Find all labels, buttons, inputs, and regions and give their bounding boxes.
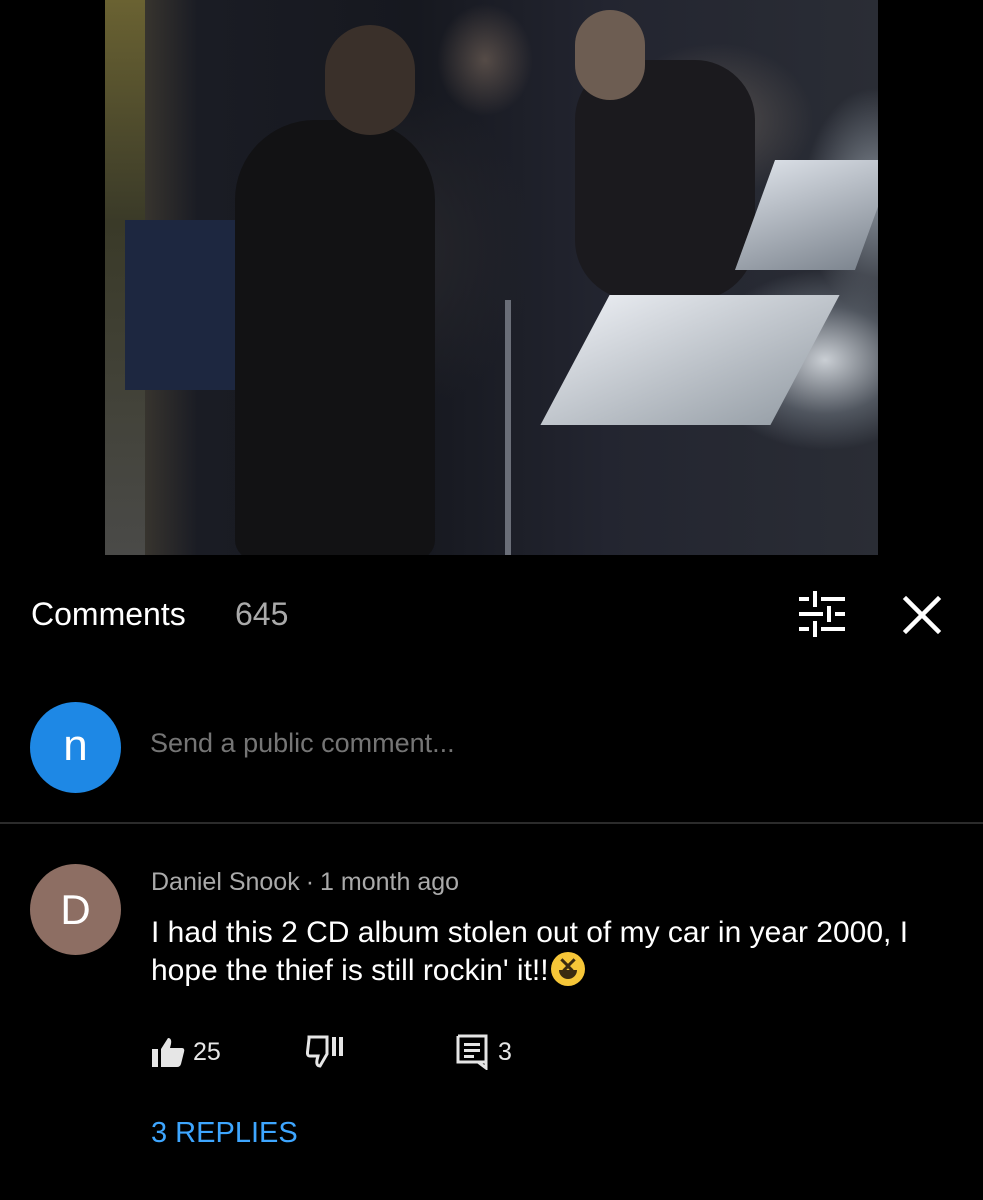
avatar[interactable]: n	[30, 702, 121, 793]
comment-item: D Daniel Snook · 1 month ago I had this 2 …	[0, 862, 983, 1182]
close-icon[interactable]	[900, 593, 944, 637]
comments-screen: Comments 645 n D	[0, 0, 983, 1200]
like-count: 25	[193, 1037, 221, 1066]
comments-count: 645	[235, 596, 289, 632]
commenter-avatar[interactable]: D	[30, 864, 121, 955]
comment-body: I had this 2 CD album stolen out of my c…	[151, 914, 941, 990]
video-scene-chair	[125, 220, 235, 390]
video-player[interactable]	[0, 0, 983, 556]
comment-author[interactable]: Daniel Snook	[151, 868, 300, 896]
comment-time: 1 month ago	[320, 868, 460, 896]
video-frame[interactable]	[105, 0, 878, 555]
reply-count: 3	[498, 1037, 512, 1066]
thumbs-down-icon	[305, 1035, 343, 1068]
sort-filter-icon[interactable]	[797, 591, 847, 637]
divider	[0, 822, 983, 824]
comment-meta: Daniel Snook · 1 month ago	[151, 868, 459, 897]
video-scene-music-stand	[540, 295, 840, 425]
comment-compose: n	[0, 700, 983, 800]
meta-separator: ·	[305, 868, 315, 896]
comment-reply-icon	[456, 1034, 488, 1070]
dislike-button[interactable]	[305, 1032, 345, 1072]
comments-title: Comments	[31, 596, 186, 632]
comment-actions: 25 3	[151, 1032, 751, 1072]
video-scene-singer	[235, 120, 435, 555]
video-scene-singer-head	[325, 25, 415, 135]
video-scene-mic-stand	[505, 300, 511, 555]
public-comment-input[interactable]	[150, 728, 910, 759]
laughing-face-emoji-icon	[550, 952, 585, 986]
video-scene-music-stand-back	[734, 160, 878, 270]
comment-text: I had this 2 CD album stolen out of my c…	[151, 916, 909, 987]
view-replies-link[interactable]: 3 REPLIES	[151, 1117, 298, 1150]
like-button[interactable]: 25	[151, 1032, 221, 1072]
video-scene-violinist-head	[575, 10, 645, 100]
thumbs-up-icon	[152, 1038, 185, 1067]
comments-header: Comments 645	[0, 578, 983, 652]
reply-button[interactable]: 3	[456, 1032, 512, 1072]
